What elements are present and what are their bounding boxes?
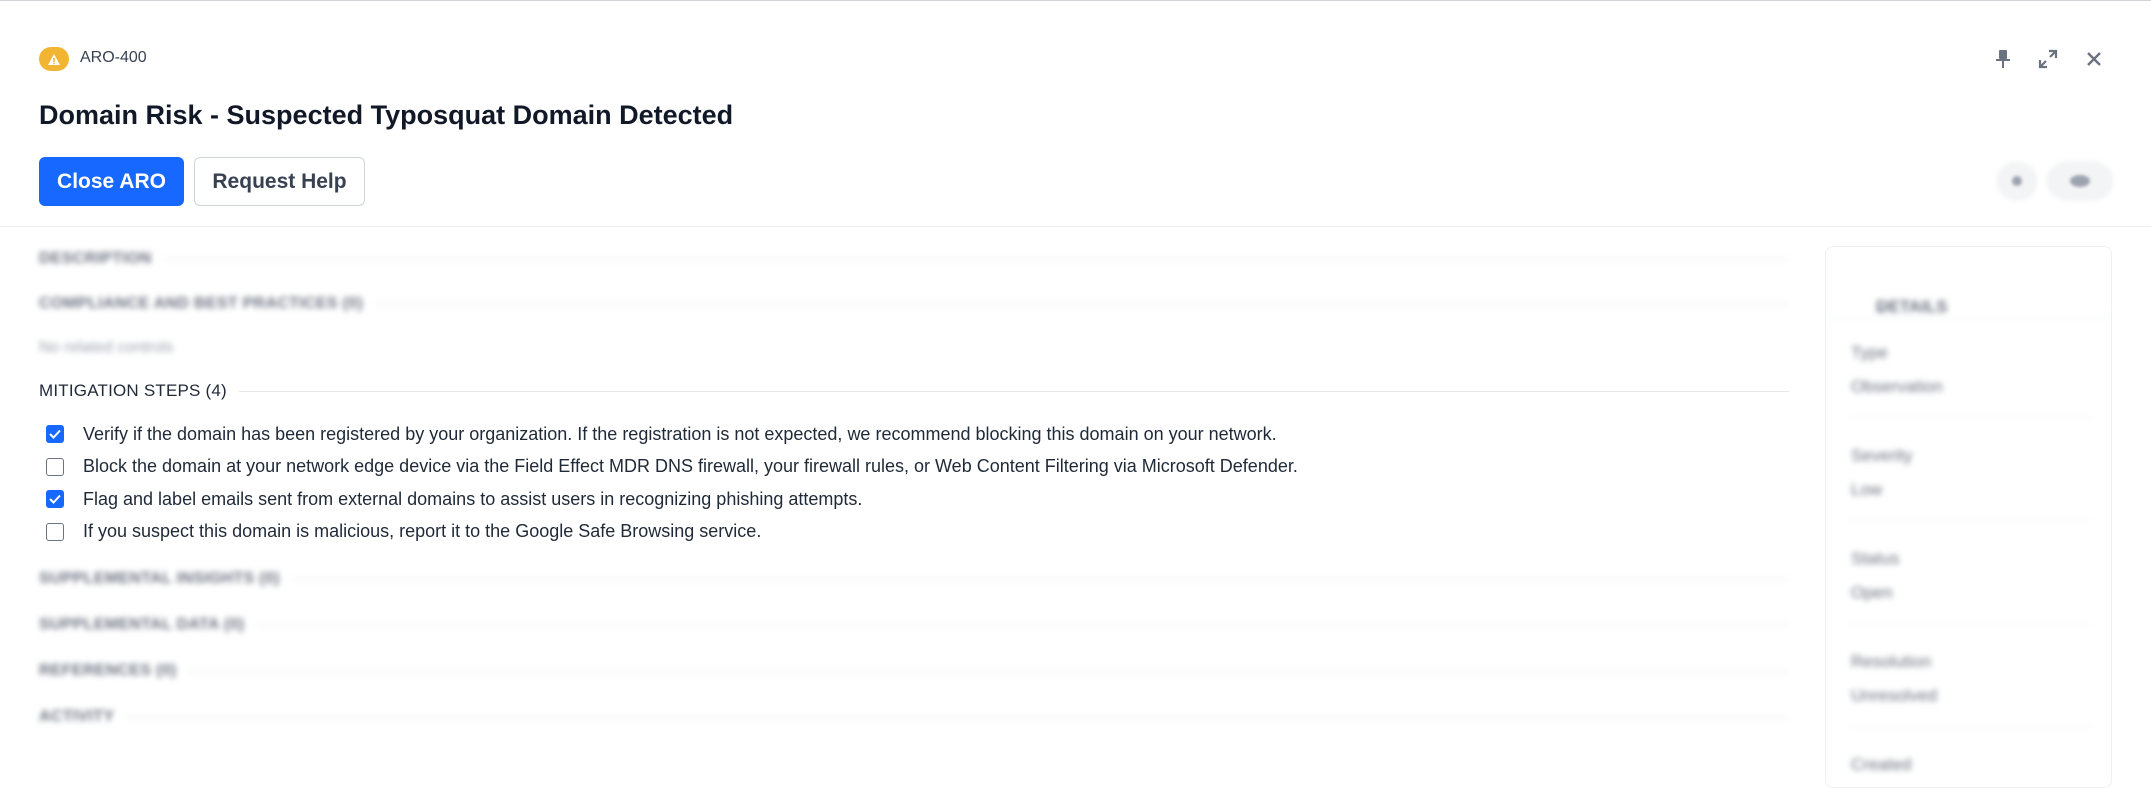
detail-key: Type: [1851, 343, 1888, 362]
compliance-empty-text: No related controls: [39, 339, 174, 356]
detail-value: Open: [1851, 583, 1893, 602]
mitigation-step-text: Verify if the domain has been registered…: [83, 423, 1277, 444]
details-header[interactable]: ⌄ DETAILS: [1826, 247, 2111, 318]
aro-header: ARO-400 Domain Risk - Suspected Typosqua…: [0, 0, 2151, 227]
mitigation-steps-list: Verify if the domain has been registered…: [46, 418, 1298, 548]
supplemental-data-heading: SUPPLEMENTAL DATA (0): [39, 616, 245, 633]
detail-key: Resolution: [1851, 652, 1932, 671]
references-heading: REFERENCES (0): [39, 662, 177, 679]
mitigation-step-text: Block the domain at your network edge de…: [83, 456, 1298, 477]
divider: [1851, 623, 2091, 624]
divider: [375, 303, 1789, 305]
close-aro-button[interactable]: Close ARO: [39, 157, 184, 206]
watch-toggle-button[interactable]: [1998, 163, 2036, 199]
divider: [1851, 520, 2091, 521]
page-title: Domain Risk - Suspected Typosquat Domain…: [39, 100, 734, 130]
activity-heading: ACTIVITY: [39, 708, 115, 725]
aro-id-label: ARO-400: [80, 49, 147, 66]
compliance-heading: COMPLIANCE AND BEST PRACTICES (0): [39, 295, 363, 312]
pin-icon[interactable]: [1992, 48, 2014, 70]
detail-field-created: Created: [1851, 755, 2091, 775]
warning-triangle-icon: [39, 47, 69, 71]
mitigation-step: If you suspect this domain is malicious,…: [46, 516, 1298, 549]
detail-value: Observation: [1851, 377, 1943, 396]
detail-value: Unresolved: [1851, 686, 1937, 705]
close-icon[interactable]: [2083, 48, 2105, 70]
step-checkbox-checked[interactable]: [46, 425, 64, 444]
description-heading: DESCRIPTION: [39, 250, 152, 267]
detail-key: Severity: [1851, 446, 1913, 465]
supplemental-data-section[interactable]: SUPPLEMENTAL DATA (0): [39, 616, 1789, 634]
request-help-button[interactable]: Request Help: [194, 157, 365, 206]
divider: [238, 390, 1789, 392]
check-icon: [49, 495, 61, 505]
detail-field-status: Status Open: [1851, 549, 2091, 624]
step-checkbox-checked[interactable]: [46, 490, 64, 509]
visibility-toggle-button[interactable]: [2048, 163, 2112, 199]
description-section[interactable]: DESCRIPTION: [39, 250, 1789, 268]
mitigation-step: Verify if the domain has been registered…: [46, 418, 1298, 451]
detail-field-severity: Severity Low: [1851, 446, 2091, 521]
expand-icon[interactable]: [2037, 48, 2059, 70]
supplemental-insights-section[interactable]: SUPPLEMENTAL INSIGHTS (0): [39, 570, 1789, 588]
compliance-section[interactable]: COMPLIANCE AND BEST PRACTICES (0): [39, 295, 1789, 313]
divider: [256, 624, 1789, 626]
mitigation-step: Block the domain at your network edge de…: [46, 451, 1298, 484]
references-section[interactable]: REFERENCES (0): [39, 662, 1789, 680]
detail-field-resolution: Resolution Unresolved: [1851, 652, 2091, 727]
step-checkbox[interactable]: [46, 522, 64, 541]
detail-value: Low: [1851, 480, 1883, 499]
mitigation-section[interactable]: MITIGATION STEPS (4): [39, 381, 1789, 401]
mitigation-step-text: Flag and label emails sent from external…: [83, 488, 863, 509]
details-heading: DETAILS: [1876, 297, 1948, 316]
divider: [291, 578, 1789, 580]
detail-field-type: Type Observation: [1851, 343, 2091, 418]
activity-section[interactable]: ACTIVITY: [39, 708, 1789, 726]
divider: [126, 716, 1789, 718]
supplemental-insights-heading: SUPPLEMENTAL INSIGHTS (0): [39, 570, 280, 587]
details-panel: ⌄ DETAILS Type Observation Severity Low …: [1825, 246, 2112, 788]
detail-key: Status: [1851, 549, 1900, 568]
mitigation-heading: MITIGATION STEPS (4): [39, 381, 227, 400]
step-checkbox[interactable]: [46, 457, 64, 476]
detail-key: Created: [1851, 755, 1912, 774]
mitigation-step: Flag and label emails sent from external…: [46, 483, 1298, 516]
mitigation-step-text: If you suspect this domain is malicious,…: [83, 521, 762, 542]
divider: [188, 670, 1789, 672]
divider: [1851, 417, 2091, 418]
check-icon: [49, 430, 61, 440]
divider: [1851, 726, 2091, 727]
divider: [163, 258, 1789, 260]
